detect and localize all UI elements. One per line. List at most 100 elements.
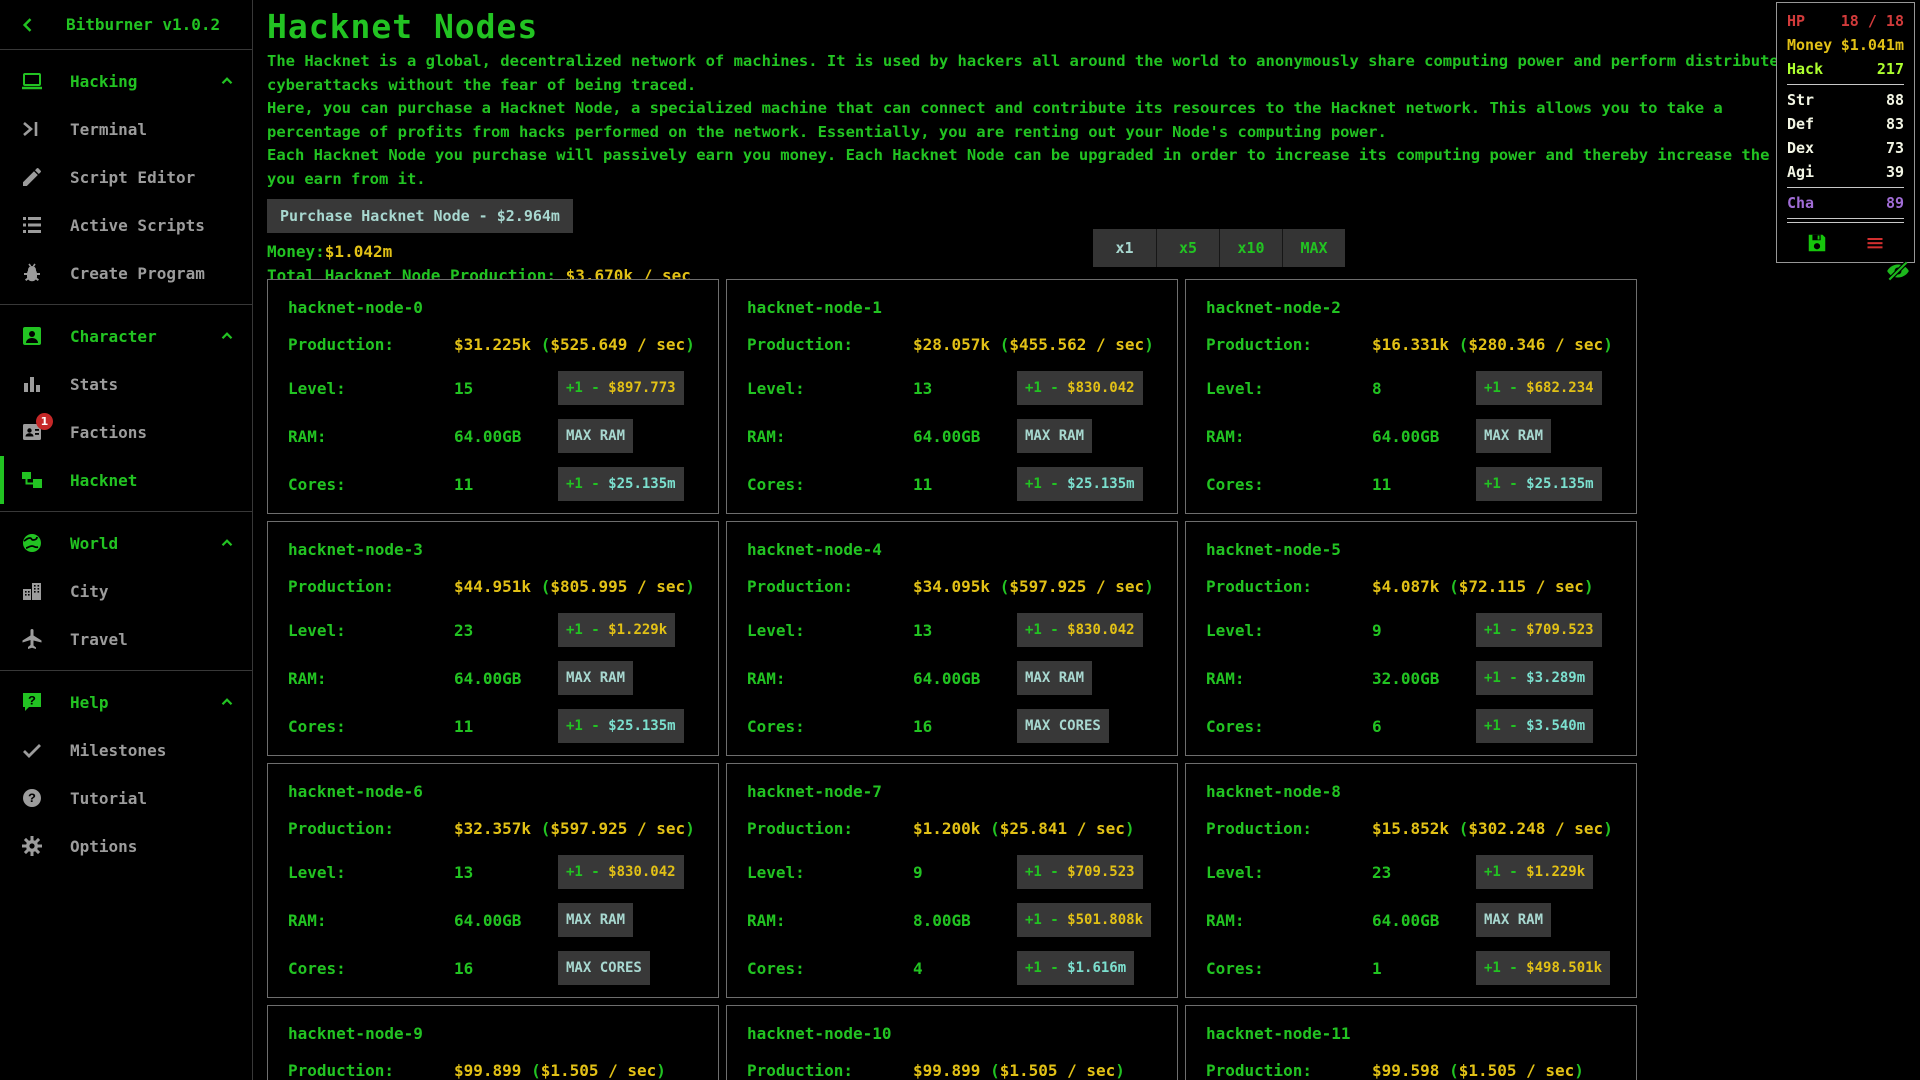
divider bbox=[1787, 222, 1904, 223]
overview-stat-row-hack: Hack 217 bbox=[1787, 57, 1904, 81]
upgrade-ram-button[interactable]: +1 - $501.808k bbox=[1017, 903, 1151, 937]
upgrade-cores-button[interactable]: MAX CORES bbox=[1017, 709, 1109, 743]
back-chevron-icon[interactable] bbox=[18, 15, 38, 35]
upgrade-level-button[interactable]: +1 - $830.042 bbox=[1017, 613, 1143, 647]
sidebar-item-label: City bbox=[70, 582, 109, 601]
city-icon bbox=[20, 579, 44, 603]
sidebar-section-header-hacking[interactable]: Hacking bbox=[0, 57, 252, 105]
description-line: cyberattacks without the fear of being t… bbox=[267, 74, 1920, 98]
sidebar-section-header-world[interactable]: World bbox=[0, 519, 252, 567]
node-stat-row: RAM: 64.00GB MAX RAM bbox=[288, 896, 702, 944]
max-ram-label: MAX RAM bbox=[1484, 912, 1543, 928]
stat-label: RAM: bbox=[747, 911, 913, 930]
sidebar-item-milestones[interactable]: Milestones bbox=[0, 726, 252, 774]
hacknet-node-card-6: hacknet-node-6 Production: $32.357k ( $5… bbox=[267, 763, 719, 998]
svg-text:?: ? bbox=[28, 694, 36, 709]
overview-stat-row-str: Str 88 bbox=[1787, 88, 1904, 112]
sidebar-item-label: Milestones bbox=[70, 741, 166, 760]
upgrade-cores-button[interactable]: MAX CORES bbox=[558, 951, 650, 985]
upgrade-level-button[interactable]: +1 - $897.773 bbox=[558, 371, 684, 405]
multiplier-x10-button[interactable]: x10 bbox=[1219, 229, 1282, 267]
sidebar-section-header-character[interactable]: Character bbox=[0, 312, 252, 360]
multiplier-x1-button[interactable]: x1 bbox=[1093, 229, 1156, 267]
upgrade-ram-button[interactable]: MAX RAM bbox=[1017, 661, 1092, 695]
node-production-row: Production: $44.951k ( $805.995 / sec ) bbox=[288, 577, 702, 596]
max-ram-label: MAX RAM bbox=[1025, 670, 1084, 686]
description-line: percentage of profits from hacks perform… bbox=[267, 121, 1920, 145]
sidebar-item-terminal[interactable]: Terminal bbox=[0, 105, 252, 153]
paren-close: ) bbox=[1144, 577, 1154, 596]
save-game-icon[interactable] bbox=[1806, 232, 1828, 254]
sidebar-item-hacknet[interactable]: Hacknet bbox=[0, 456, 252, 504]
max-cores-label: MAX CORES bbox=[1025, 718, 1101, 734]
multiplier-x5-button[interactable]: x5 bbox=[1156, 229, 1219, 267]
hacknet-node-card-5: hacknet-node-5 Production: $4.087k ( $72… bbox=[1185, 521, 1637, 756]
purchase-hacknet-node-button[interactable]: Purchase Hacknet Node - $2.964m bbox=[267, 199, 573, 233]
node-stat-row: RAM: 64.00GB MAX RAM bbox=[1206, 412, 1620, 460]
sidebar-item-active-scripts[interactable]: Active Scripts bbox=[0, 201, 252, 249]
upgrade-cores-button[interactable]: +1 - $1.616m bbox=[1017, 951, 1134, 985]
sidebar-item-travel[interactable]: Travel bbox=[0, 615, 252, 663]
node-stats: Level: 23 +1 - $1.229k RAM: 64.00GB MAX … bbox=[284, 606, 702, 750]
sidebar-item-tutorial[interactable]: ? Tutorial bbox=[0, 774, 252, 822]
upgrade-ram-button[interactable]: MAX RAM bbox=[1017, 419, 1092, 453]
globe-icon bbox=[20, 531, 44, 555]
paren-open: ( bbox=[1439, 577, 1458, 596]
upgrade-level-button[interactable]: +1 - $1.229k bbox=[1476, 855, 1593, 889]
node-stat-row: Level: 9 +1 - $709.523 bbox=[747, 848, 1161, 896]
upgrade-increment-label: +1 - bbox=[566, 718, 608, 734]
production-total: $99.899 bbox=[913, 1061, 980, 1080]
upgrade-level-button[interactable]: +1 - $709.523 bbox=[1017, 855, 1143, 889]
upgrade-ram-button[interactable]: MAX RAM bbox=[1476, 419, 1551, 453]
sidebar-item-stats[interactable]: Stats bbox=[0, 360, 252, 408]
upgrade-cores-button[interactable]: +1 - $25.135m bbox=[558, 709, 684, 743]
upgrade-ram-button[interactable]: +1 - $3.289m bbox=[1476, 661, 1593, 695]
upgrade-cores-button[interactable]: +1 - $3.540m bbox=[1476, 709, 1593, 743]
sidebar-section-header-help[interactable]: ? Help bbox=[0, 678, 252, 726]
paren-open: ( bbox=[990, 577, 1009, 596]
node-stat-row: Cores: 4 +1 - $1.616m bbox=[747, 944, 1161, 992]
sidebar-item-script-editor[interactable]: Script Editor bbox=[0, 153, 252, 201]
stat-label: RAM: bbox=[288, 911, 454, 930]
list-icon bbox=[20, 213, 44, 237]
upgrade-cost: $1.229k bbox=[608, 622, 667, 638]
overview-stat-row-hp: HP 18 / 18 bbox=[1787, 9, 1904, 33]
production-rate: $302.248 / sec bbox=[1468, 819, 1603, 838]
sidebar-item-label: Factions bbox=[70, 423, 147, 442]
upgrade-ram-button[interactable]: MAX RAM bbox=[558, 903, 633, 937]
kill-scripts-icon[interactable] bbox=[1865, 233, 1885, 253]
sidebar-item-create-program[interactable]: Create Program bbox=[0, 249, 252, 297]
node-stat-row: Cores: 1 +1 - $498.501k bbox=[1206, 944, 1620, 992]
upgrade-ram-button[interactable]: MAX RAM bbox=[1476, 903, 1551, 937]
stat-value: 4 bbox=[913, 959, 1017, 978]
upgrade-ram-button[interactable]: MAX RAM bbox=[558, 419, 633, 453]
production-total: $32.357k bbox=[454, 819, 531, 838]
upgrade-level-button[interactable]: +1 - $830.042 bbox=[1017, 371, 1143, 405]
upgrade-level-button[interactable]: +1 - $709.523 bbox=[1476, 613, 1602, 647]
upgrade-level-button[interactable]: +1 - $830.042 bbox=[558, 855, 684, 889]
upgrade-cores-button[interactable]: +1 - $25.135m bbox=[1476, 467, 1602, 501]
visibility-off-icon[interactable] bbox=[1885, 258, 1911, 284]
stat-label: Level: bbox=[288, 621, 454, 640]
production-label: Production: bbox=[1206, 335, 1372, 354]
multiplier-max-button[interactable]: MAX bbox=[1282, 229, 1345, 267]
overview-stats: HP 18 / 18 Money $1.041m Hack 217 Str 88… bbox=[1787, 9, 1904, 219]
upgrade-cores-button[interactable]: +1 - $498.501k bbox=[1476, 951, 1610, 985]
upgrade-cores-button[interactable]: +1 - $25.135m bbox=[558, 467, 684, 501]
sidebar-item-city[interactable]: City bbox=[0, 567, 252, 615]
paren-close: ) bbox=[1115, 1061, 1125, 1080]
upgrade-ram-button[interactable]: MAX RAM bbox=[558, 661, 633, 695]
sidebar-item-options[interactable]: Options bbox=[0, 822, 252, 870]
overview-stat-name: Agi bbox=[1787, 160, 1814, 184]
upgrade-level-button[interactable]: +1 - $682.234 bbox=[1476, 371, 1602, 405]
production-rate: $805.995 / sec bbox=[550, 577, 685, 596]
production-label: Production: bbox=[747, 819, 913, 838]
upgrade-cores-button[interactable]: +1 - $25.135m bbox=[1017, 467, 1143, 501]
stat-value: 64.00GB bbox=[454, 911, 558, 930]
node-stats: Level: 13 +1 - $830.042 RAM: 64.00GB MAX… bbox=[743, 364, 1161, 508]
sidebar-item-factions[interactable]: 1 Factions bbox=[0, 408, 252, 456]
node-stat-row: Level: 8 +1 - $682.234 bbox=[1206, 364, 1620, 412]
paren-close: ) bbox=[1574, 1061, 1584, 1080]
upgrade-level-button[interactable]: +1 - $1.229k bbox=[558, 613, 675, 647]
stat-value: 11 bbox=[913, 475, 1017, 494]
